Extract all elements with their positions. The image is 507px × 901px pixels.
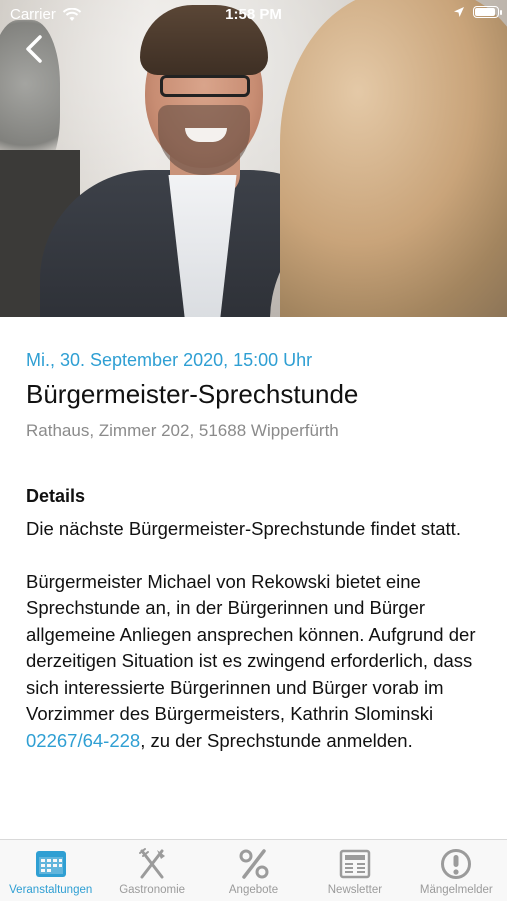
exclamation-circle-icon: [441, 849, 472, 879]
battery-icon: [473, 6, 502, 18]
details-heading: Details: [26, 486, 86, 506]
chevron-left-icon[interactable]: [20, 32, 50, 66]
tab-gastronomie[interactable]: Gastronomie: [101, 840, 202, 901]
calendar-icon: [35, 851, 66, 877]
details-paragraph-contact: Bürgermeister Michael von Rekowski biete…: [26, 570, 476, 751]
details-paragraph: Die nächste Bürgermeister-Sprechstunde f…: [26, 518, 461, 539]
percent-icon: [239, 849, 269, 879]
newspaper-icon: [339, 849, 371, 879]
tab-maengelmelder[interactable]: Mängelmelder: [406, 840, 507, 901]
event-date: Mi., 30. September 2020, 15:00 Uhr: [26, 350, 313, 370]
phone-link[interactable]: 02267/64-228: [26, 730, 140, 751]
event-photo: [0, 0, 507, 317]
tab-label: Newsletter: [327, 884, 383, 896]
tab-angebote[interactable]: Angebote: [203, 840, 304, 901]
event-location: Rathaus, Zimmer 202, 51688 Wipperfürth: [26, 421, 339, 440]
status-bar: Carrier 1:58 PM: [0, 0, 507, 30]
location-arrow-icon: [454, 7, 464, 17]
tab-label: Mängelmelder: [419, 884, 493, 896]
event-title: Bürgermeister-Sprechstunde: [26, 379, 359, 409]
tab-label: Gastronomie: [119, 884, 186, 896]
status-time: 1:58 PM: [225, 6, 282, 23]
tab-bar: Veranstaltungen Gastronomie Angebote New…: [0, 839, 507, 901]
tab-newsletter[interactable]: Newsletter: [304, 840, 405, 901]
tab-label: Veranstaltungen: [9, 884, 93, 896]
tab-veranstaltungen[interactable]: Veranstaltungen: [0, 840, 101, 901]
fork-knife-icon: [139, 848, 166, 879]
event-details: Mi., 30. September 2020, 15:00 Uhr Bürge…: [26, 350, 486, 754]
tab-label: Angebote: [228, 884, 279, 896]
